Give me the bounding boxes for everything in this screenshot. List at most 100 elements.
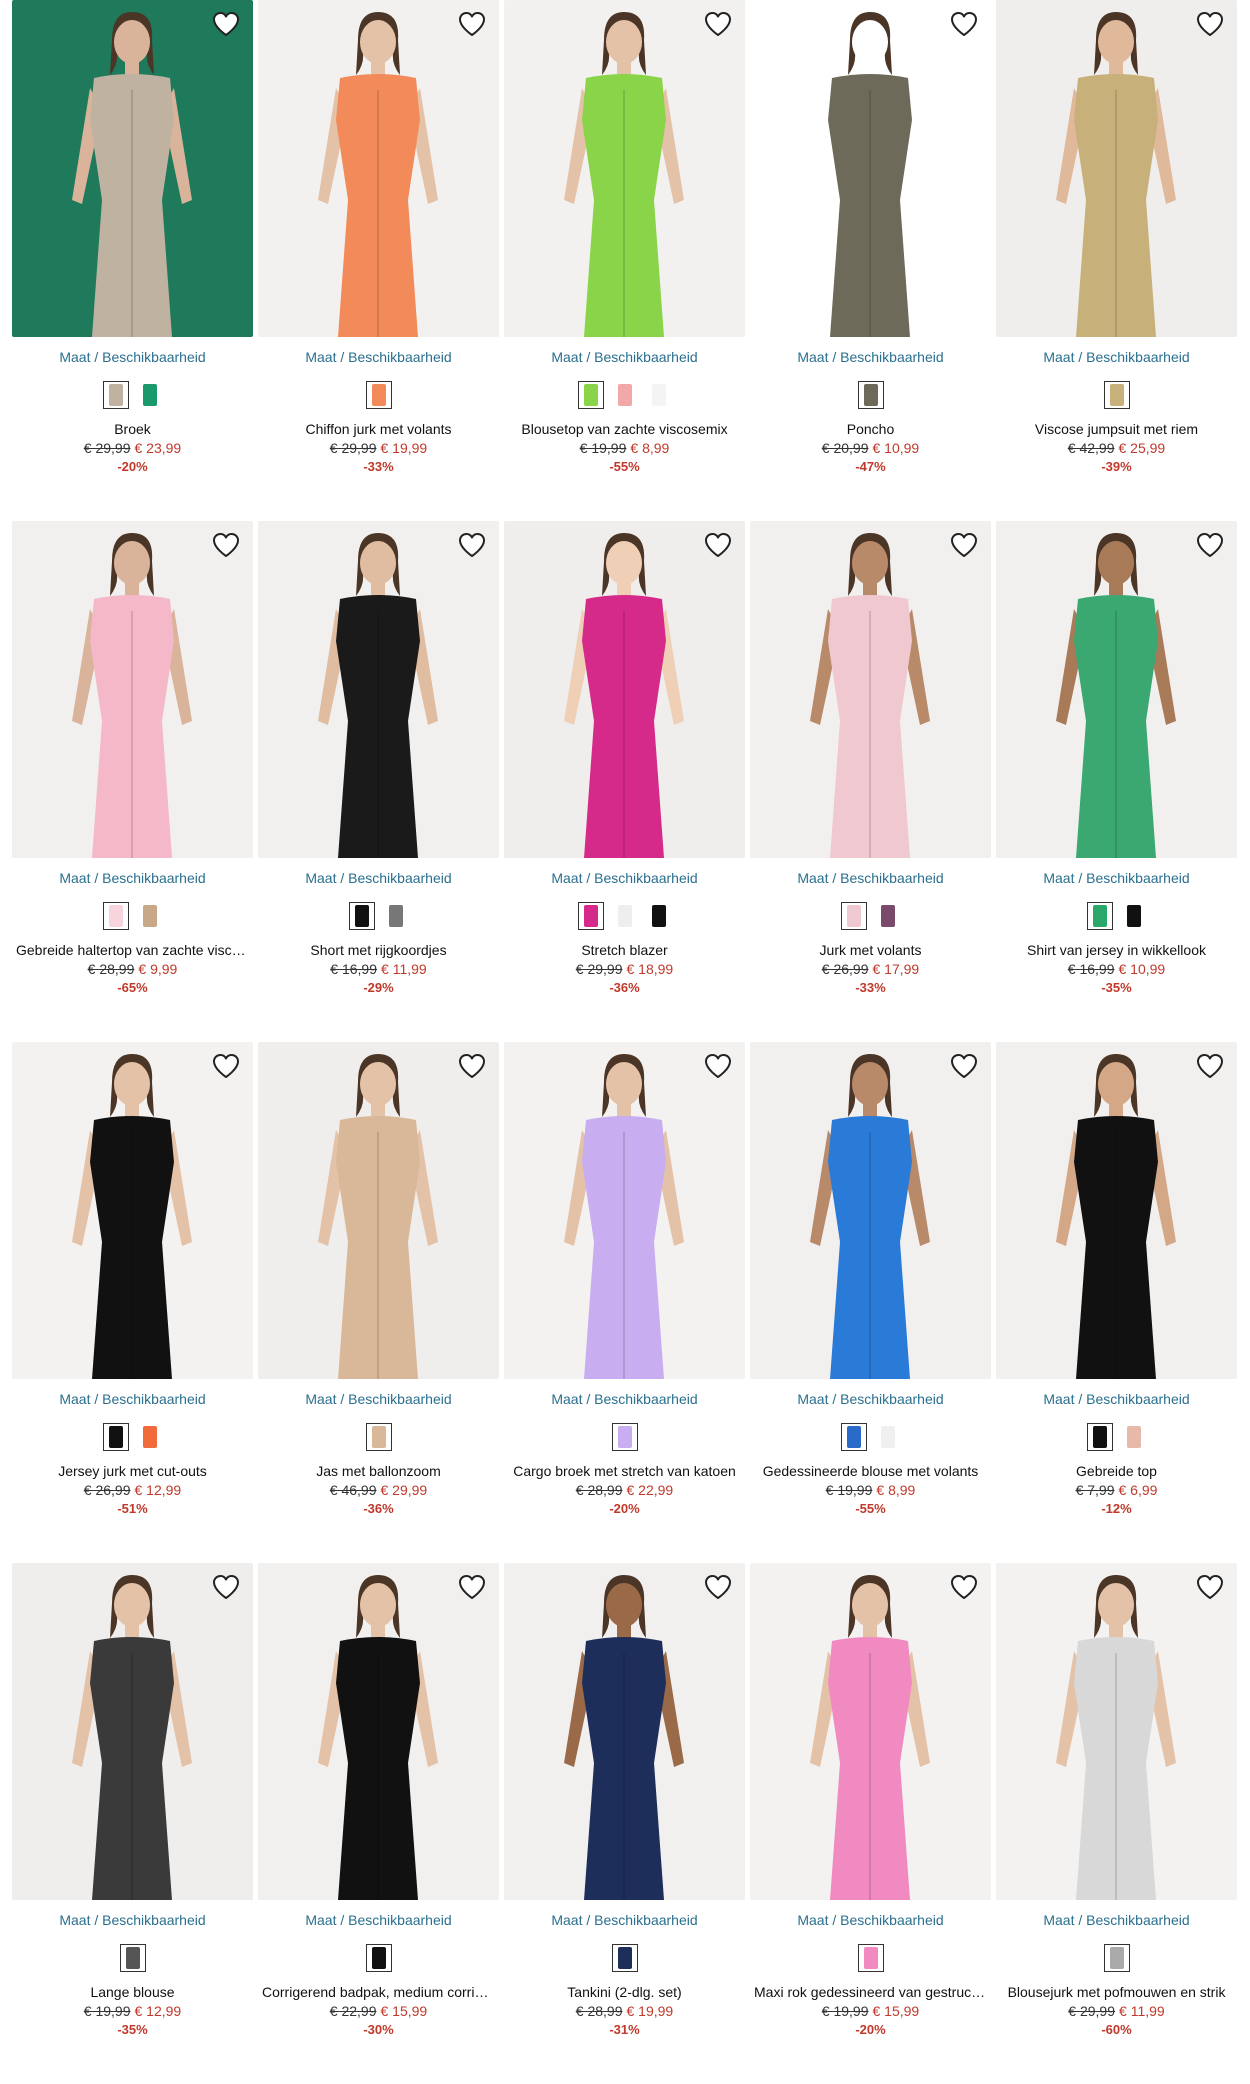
wishlist-heart-icon[interactable] <box>949 1052 979 1080</box>
wishlist-heart-icon[interactable] <box>949 531 979 559</box>
wishlist-heart-icon[interactable] <box>1195 10 1225 38</box>
color-swatch[interactable] <box>1120 902 1147 930</box>
product-title[interactable]: Jersey jurk met cut-outs <box>12 1463 253 1479</box>
color-swatch[interactable] <box>611 1423 638 1451</box>
product-image[interactable] <box>996 1563 1237 1900</box>
color-swatch[interactable] <box>382 902 409 930</box>
size-availability-link[interactable]: Maat / Beschikbaarheid <box>996 1391 1237 1407</box>
size-availability-link[interactable]: Maat / Beschikbaarheid <box>996 349 1237 365</box>
product-image[interactable] <box>750 1563 991 1900</box>
size-availability-link[interactable]: Maat / Beschikbaarheid <box>12 870 253 886</box>
product-title[interactable]: Viscose jumpsuit met riem <box>996 421 1237 437</box>
product-card[interactable]: Maat / Beschikbaarheid Chiffon jurk met v… <box>258 0 499 521</box>
product-image[interactable] <box>996 521 1237 858</box>
product-image[interactable] <box>750 1042 991 1379</box>
product-card[interactable]: Maat / Beschikbaarheid Stretch blazer € 29… <box>504 521 745 1042</box>
wishlist-heart-icon[interactable] <box>1195 1573 1225 1601</box>
product-image[interactable] <box>504 521 745 858</box>
product-card[interactable]: Maat / Beschikbaarheid Viscose jumpsuit m… <box>996 0 1237 521</box>
color-swatch[interactable] <box>857 1944 884 1972</box>
color-swatch[interactable] <box>1103 381 1130 409</box>
product-card[interactable]: Maat / Beschikbaarheid Lange blouse € 19,9… <box>12 1563 253 2084</box>
color-swatch[interactable] <box>102 381 129 409</box>
product-card[interactable]: Maat / Beschikbaarheid Gebreide top € 7,99… <box>996 1042 1237 1563</box>
product-image[interactable] <box>258 1563 499 1900</box>
color-swatch[interactable] <box>874 1423 901 1451</box>
product-card[interactable]: Maat / Beschikbaarheid Tankini (2-dlg. se… <box>504 1563 745 2084</box>
product-card[interactable]: Maat / Beschikbaarheid Gedessineerde blou… <box>750 1042 991 1563</box>
wishlist-heart-icon[interactable] <box>703 1573 733 1601</box>
product-title[interactable]: Gedessineerde blouse met volants <box>750 1463 991 1479</box>
color-swatch[interactable] <box>874 902 901 930</box>
size-availability-link[interactable]: Maat / Beschikbaarheid <box>504 870 745 886</box>
product-image[interactable] <box>12 1563 253 1900</box>
color-swatch[interactable] <box>611 1944 638 1972</box>
product-title[interactable]: Maxi rok gedessineerd van gestructureerd <box>750 1984 991 2000</box>
size-availability-link[interactable]: Maat / Beschikbaarheid <box>258 349 499 365</box>
color-swatch[interactable] <box>1120 1423 1147 1451</box>
product-image[interactable] <box>504 1563 745 1900</box>
color-swatch[interactable] <box>136 902 163 930</box>
product-image[interactable] <box>504 1042 745 1379</box>
color-swatch[interactable] <box>365 1944 392 1972</box>
product-image[interactable] <box>750 521 991 858</box>
size-availability-link[interactable]: Maat / Beschikbaarheid <box>750 870 991 886</box>
product-image[interactable] <box>504 0 745 337</box>
size-availability-link[interactable]: Maat / Beschikbaarheid <box>996 1912 1237 1928</box>
color-swatch[interactable] <box>119 1944 146 1972</box>
size-availability-link[interactable]: Maat / Beschikbaarheid <box>750 349 991 365</box>
size-availability-link[interactable]: Maat / Beschikbaarheid <box>258 1912 499 1928</box>
color-swatch[interactable] <box>645 902 672 930</box>
product-title[interactable]: Jas met ballonzoom <box>258 1463 499 1479</box>
product-card[interactable]: Maat / Beschikbaarheid Jas met ballonzoom… <box>258 1042 499 1563</box>
color-swatch[interactable] <box>857 381 884 409</box>
product-title[interactable]: Jurk met volants <box>750 942 991 958</box>
color-swatch[interactable] <box>577 381 604 409</box>
product-card[interactable]: Maat / Beschikbaarheid Jurk met volants € … <box>750 521 991 1042</box>
size-availability-link[interactable]: Maat / Beschikbaarheid <box>504 349 745 365</box>
size-availability-link[interactable]: Maat / Beschikbaarheid <box>12 349 253 365</box>
wishlist-heart-icon[interactable] <box>457 10 487 38</box>
product-card[interactable]: Maat / Beschikbaarheid Cargo broek met st… <box>504 1042 745 1563</box>
product-card[interactable]: Maat / Beschikbaarheid Poncho € 20,99 € 10,… <box>750 0 991 521</box>
product-card[interactable]: Maat / Beschikbaarheid Blousetop van zach… <box>504 0 745 521</box>
wishlist-heart-icon[interactable] <box>703 531 733 559</box>
size-availability-link[interactable]: Maat / Beschikbaarheid <box>12 1912 253 1928</box>
product-title[interactable]: Blousetop van zachte viscosemix <box>504 421 745 437</box>
color-swatch[interactable] <box>577 902 604 930</box>
color-swatch[interactable] <box>1086 902 1113 930</box>
product-card[interactable]: Maat / Beschikbaarheid Gebreide haltertop… <box>12 521 253 1042</box>
product-title[interactable]: Blousejurk met pofmouwen en strik <box>996 1984 1237 2000</box>
color-swatch[interactable] <box>365 381 392 409</box>
product-title[interactable]: Short met rijgkoordjes <box>258 942 499 958</box>
product-title[interactable]: Shirt van jersey in wikkellook <box>996 942 1237 958</box>
product-title[interactable]: Chiffon jurk met volants <box>258 421 499 437</box>
product-image[interactable] <box>996 0 1237 337</box>
size-availability-link[interactable]: Maat / Beschikbaarheid <box>996 870 1237 886</box>
wishlist-heart-icon[interactable] <box>211 1052 241 1080</box>
wishlist-heart-icon[interactable] <box>1195 1052 1225 1080</box>
color-swatch[interactable] <box>645 381 672 409</box>
color-swatch[interactable] <box>136 381 163 409</box>
product-card[interactable]: Maat / Beschikbaarheid Corrigerend badpak… <box>258 1563 499 2084</box>
product-title[interactable]: Broek <box>12 421 253 437</box>
product-image[interactable] <box>258 521 499 858</box>
product-card[interactable]: Maat / Beschikbaarheid Blousejurk met pof… <box>996 1563 1237 2084</box>
product-card[interactable]: Maat / Beschikbaarheid Jersey jurk met cu… <box>12 1042 253 1563</box>
product-title[interactable]: Poncho <box>750 421 991 437</box>
wishlist-heart-icon[interactable] <box>211 1573 241 1601</box>
size-availability-link[interactable]: Maat / Beschikbaarheid <box>258 1391 499 1407</box>
color-swatch[interactable] <box>1103 1944 1130 1972</box>
product-title[interactable]: Cargo broek met stretch van katoen <box>504 1463 745 1479</box>
wishlist-heart-icon[interactable] <box>949 1573 979 1601</box>
size-availability-link[interactable]: Maat / Beschikbaarheid <box>750 1391 991 1407</box>
product-title[interactable]: Lange blouse <box>12 1984 253 2000</box>
size-availability-link[interactable]: Maat / Beschikbaarheid <box>750 1912 991 1928</box>
color-swatch[interactable] <box>365 1423 392 1451</box>
product-image[interactable] <box>12 1042 253 1379</box>
product-image[interactable] <box>996 1042 1237 1379</box>
product-title[interactable]: Stretch blazer <box>504 942 745 958</box>
color-swatch[interactable] <box>1086 1423 1113 1451</box>
color-swatch[interactable] <box>136 1423 163 1451</box>
color-swatch[interactable] <box>840 1423 867 1451</box>
